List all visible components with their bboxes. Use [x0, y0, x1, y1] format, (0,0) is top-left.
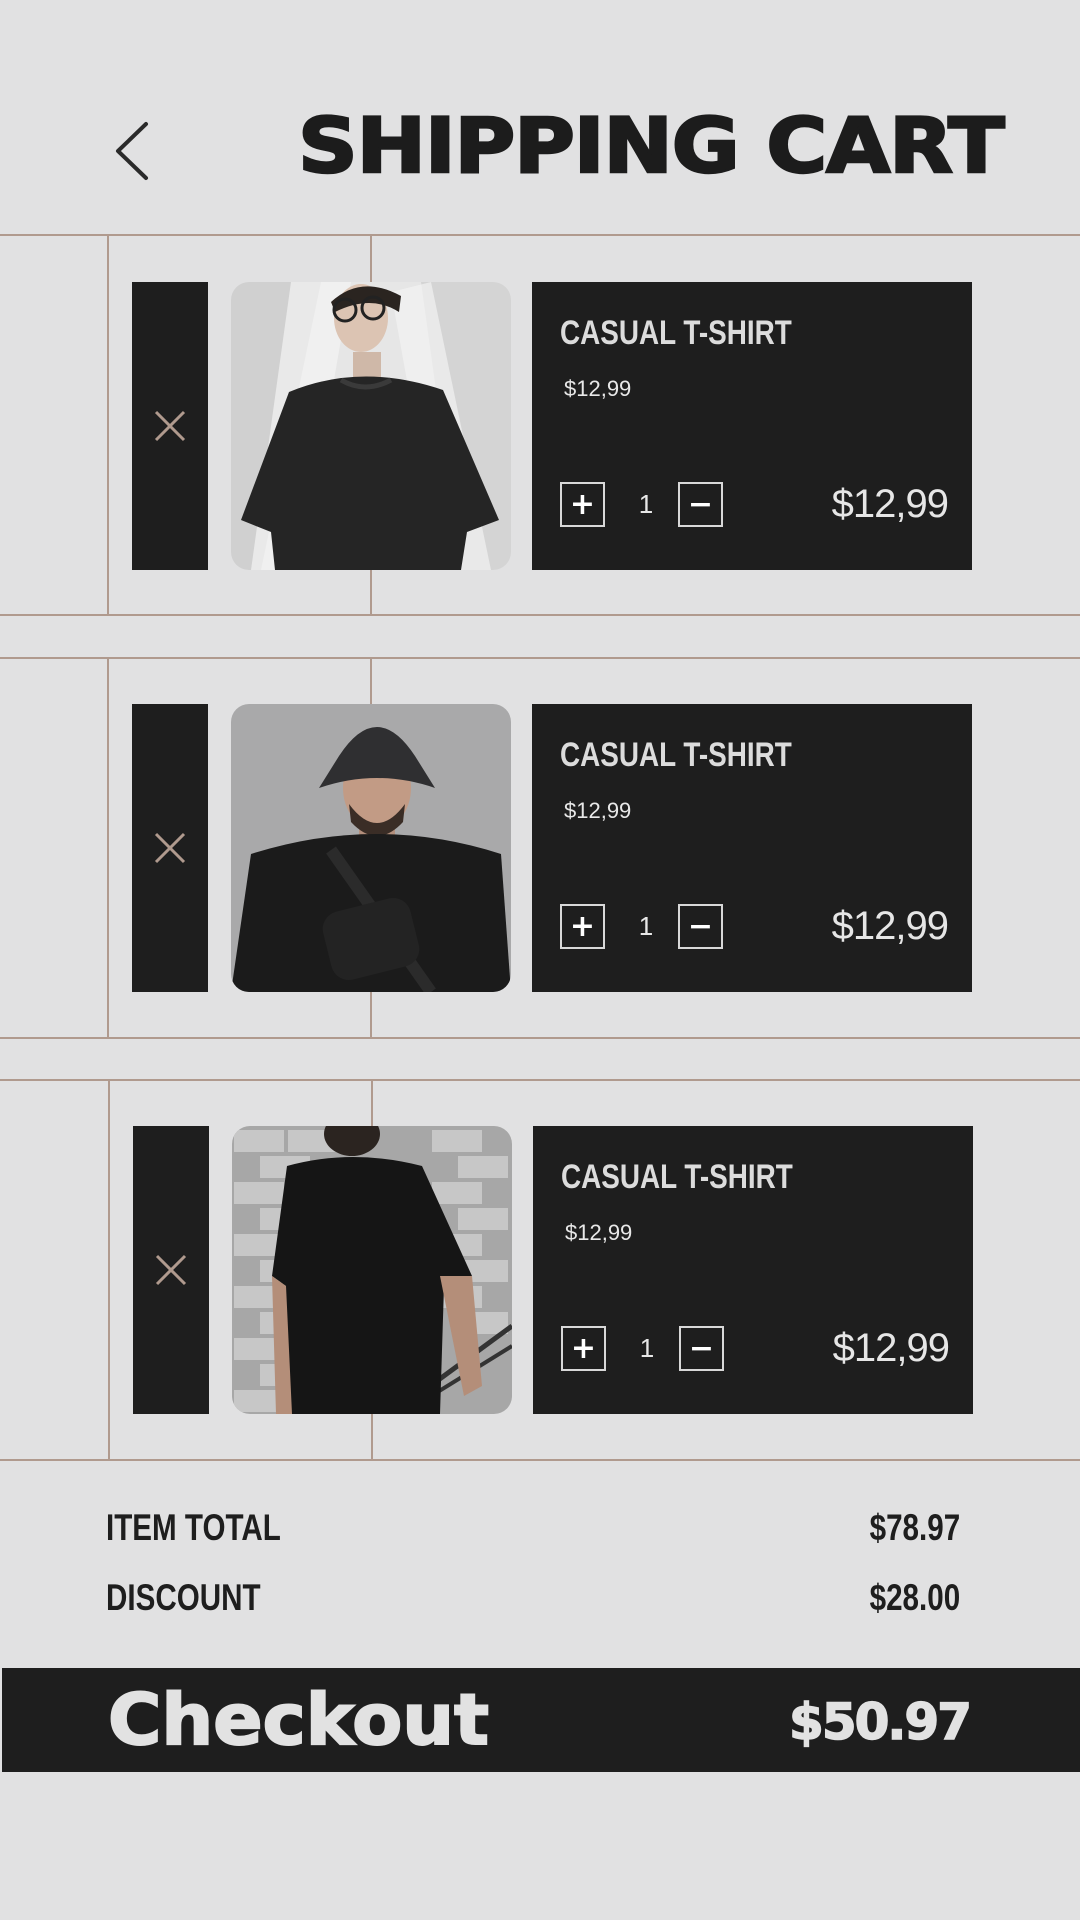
divider [108, 1081, 110, 1459]
divider [0, 614, 1080, 616]
unit-price: $12,99 [564, 798, 632, 823]
checkout-button[interactable]: Checkout $50.97 [2, 1668, 1080, 1772]
remove-item-button[interactable] [132, 282, 208, 570]
unit-price: $12,99 [564, 376, 632, 401]
close-icon [154, 832, 186, 864]
divider [0, 657, 1080, 659]
increase-quantity-button[interactable]: + [561, 1326, 606, 1371]
line-total: $12,99 [831, 482, 949, 526]
product-name: CASUAL T-SHIRT [560, 314, 792, 352]
decrease-quantity-button[interactable]: − [678, 482, 723, 527]
checkout-label: Checkout [107, 1679, 490, 1761]
chevron-left-icon [116, 122, 148, 180]
divider [0, 1079, 1080, 1081]
checkout-total: $50.97 [788, 1692, 972, 1752]
decrease-quantity-button[interactable]: − [678, 904, 723, 949]
back-button[interactable] [108, 118, 158, 184]
unit-price: $12,99 [565, 1220, 633, 1245]
cart-item-card: CASUAL T-SHIRT $12,99 + 1 − $12,99 [533, 1126, 973, 1414]
increase-quantity-button[interactable]: + [560, 482, 605, 527]
page-title: SHIPPING CART [297, 101, 1006, 190]
product-image [232, 1126, 512, 1414]
product-image [231, 282, 511, 570]
divider [107, 659, 109, 1037]
cart-item-card: CASUAL T-SHIRT $12,99 + 1 − $12,99 [532, 704, 972, 992]
divider [0, 1037, 1080, 1039]
divider [0, 234, 1080, 236]
product-name: CASUAL T-SHIRT [560, 736, 792, 774]
line-total: $12,99 [832, 1326, 950, 1370]
close-icon [155, 1254, 187, 1286]
quantity-value: 1 [638, 911, 654, 941]
cart-item-card: CASUAL T-SHIRT $12,99 + 1 − $12,99 [532, 282, 972, 570]
quantity-value: 1 [639, 1333, 655, 1363]
divider [107, 236, 109, 614]
line-total: $12,99 [831, 904, 949, 948]
item-total-value: $78.97 [869, 1507, 960, 1548]
decrease-quantity-button[interactable]: − [679, 1326, 724, 1371]
product-image [231, 704, 511, 992]
quantity-value: 1 [638, 489, 654, 519]
remove-item-button[interactable] [132, 704, 208, 992]
remove-item-button[interactable] [133, 1126, 209, 1414]
product-name: CASUAL T-SHIRT [561, 1158, 793, 1196]
item-total-label: ITEM TOTAL [106, 1507, 281, 1548]
divider [0, 1459, 1080, 1461]
increase-quantity-button[interactable]: + [560, 904, 605, 949]
close-icon [154, 410, 186, 442]
discount-value: $28.00 [869, 1577, 960, 1618]
discount-label: DISCOUNT [106, 1577, 261, 1618]
